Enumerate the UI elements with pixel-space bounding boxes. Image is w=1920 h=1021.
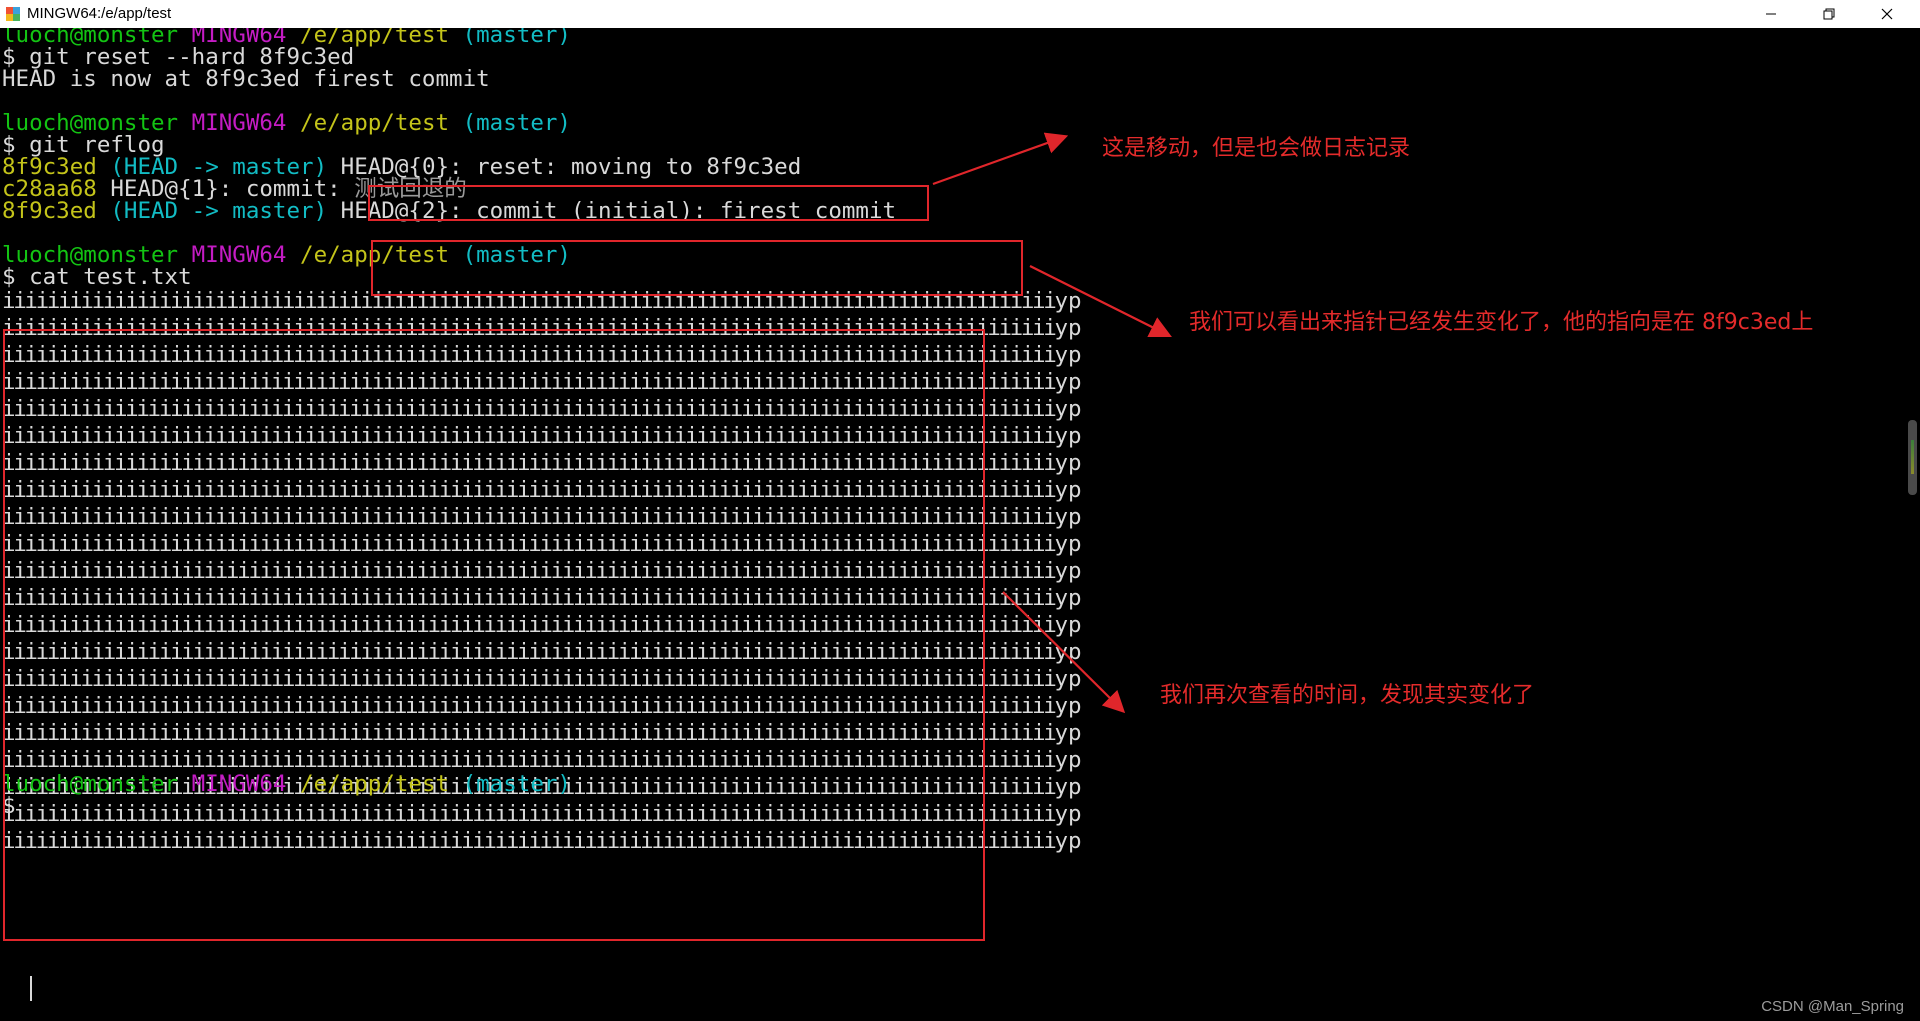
annotation-text: 我们可以看出来指针已经发生变化了，他的指向是在 8f9c3ed上	[1189, 310, 1814, 335]
annotation-text: 这是移动，但是也会做日志记录	[1102, 136, 1411, 161]
arrow-icon	[1002, 591, 1126, 714]
scrollbar-thumb[interactable]	[1908, 420, 1917, 495]
annotation-text: 我们再次查看的时间，发现其实变化了	[1160, 683, 1535, 708]
arrow-icon	[1029, 265, 1172, 337]
scrollbar[interactable]	[1906, 28, 1918, 1021]
watermark: CSDN @Man_Spring	[1761, 998, 1904, 1015]
arrow-icon	[932, 132, 1069, 186]
annotation-arrows	[932, 132, 1172, 714]
scroll-grip-icon	[1911, 440, 1914, 474]
